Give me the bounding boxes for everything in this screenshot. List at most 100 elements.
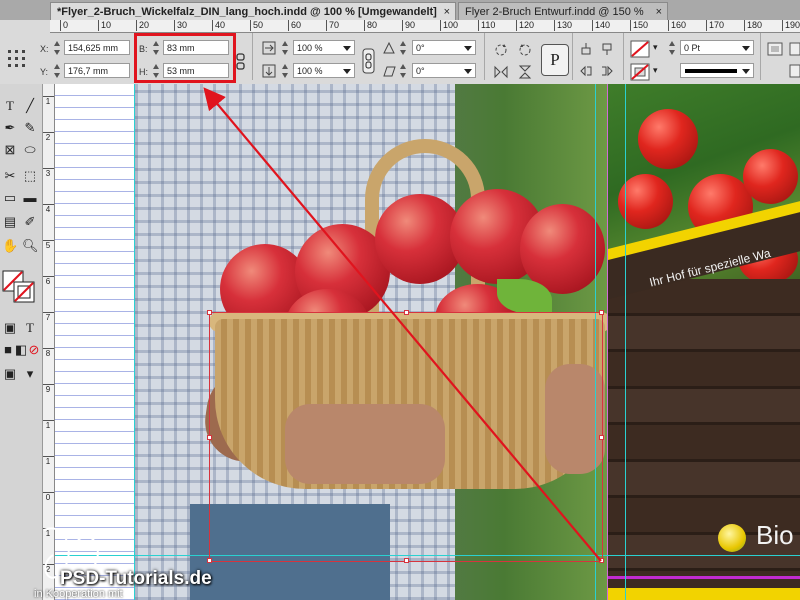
select-content-icon[interactable] — [600, 42, 614, 56]
resize-handle[interactable] — [404, 310, 409, 315]
y-spinner[interactable] — [54, 64, 61, 78]
resize-handle[interactable] — [599, 558, 604, 563]
stroke-weight-dropdown[interactable]: 0 Pt — [680, 40, 754, 55]
flip-horizontal-icon[interactable] — [493, 64, 509, 80]
ruler-tick-label: 180 — [744, 20, 762, 31]
document-tab-bar: *Flyer_2-Bruch_Wickelfalz_DIN_lang_hoch.… — [0, 0, 800, 20]
normal-view-icon[interactable]: ▣ — [2, 366, 18, 382]
flip-vertical-icon[interactable] — [517, 64, 533, 80]
note-tool-icon[interactable]: ▤ — [2, 214, 18, 230]
scale-x-spinner[interactable] — [282, 41, 289, 55]
tab-other-document[interactable]: Flyer 2-Bruch Entwurf.indd @ 150 % × — [458, 2, 668, 20]
y-position-field[interactable]: 176,7 mm — [64, 63, 130, 78]
line-tool-icon[interactable]: ╱ — [22, 98, 38, 114]
dropdown-arrow-icon — [742, 69, 750, 74]
select-container-icon[interactable] — [579, 42, 593, 56]
drop-shadow-icon[interactable] — [789, 42, 800, 56]
fill-stroke-icon[interactable] — [2, 270, 36, 304]
constrain-scale-icon[interactable] — [362, 47, 376, 75]
resize-handle[interactable] — [207, 310, 212, 315]
apply-none-icon[interactable]: ⊘ — [26, 342, 42, 358]
dimension-highlight-box — [134, 33, 236, 83]
swatch-dropdown-arrow-icon[interactable]: ▾ — [653, 42, 658, 53]
ruler-tick-label: 1 — [42, 96, 54, 106]
resize-handle[interactable] — [599, 435, 604, 440]
ruler-tick-label: 120 — [516, 20, 534, 31]
shear-angle-dropdown[interactable]: 0° — [412, 63, 476, 78]
select-next-icon[interactable] — [600, 64, 614, 78]
logo-text: Bio — [756, 520, 794, 550]
p-button[interactable]: P — [541, 44, 569, 76]
reference-point-icon[interactable] — [8, 50, 26, 68]
tab-close-icon[interactable]: × — [444, 3, 450, 20]
shear-icon — [383, 66, 396, 77]
corner-options-icon[interactable] — [789, 64, 800, 78]
eyedropper-icon[interactable]: ✐ — [22, 214, 38, 230]
x-position-field[interactable]: 154,625 mm — [64, 40, 130, 55]
rotate-angle-value: 0° — [416, 43, 425, 53]
scale-y-icon — [262, 64, 276, 78]
swatch-dropdown-arrow-icon[interactable]: ▾ — [653, 65, 658, 76]
rotate-cw-icon[interactable] — [493, 42, 509, 58]
hand-icon[interactable]: ✋ — [2, 238, 18, 254]
ruler-tick-label: 2 — [42, 132, 54, 142]
formatting-container-icon[interactable]: ▣ — [2, 320, 18, 336]
rectangle-frame-icon[interactable]: ⊠ — [2, 142, 18, 158]
ruler-tick-label: 10 — [98, 20, 111, 31]
ruler-tick-label: 80 — [364, 20, 377, 31]
rotate-ccw-icon[interactable] — [517, 42, 533, 58]
ruler-tick-label: 1 — [42, 420, 54, 430]
dropdown-arrow-icon — [464, 69, 472, 74]
scale-y-dropdown[interactable]: 100 % — [293, 63, 355, 78]
pen-tool-icon[interactable]: ✒ — [2, 120, 18, 136]
resize-handle[interactable] — [207, 435, 212, 440]
rotate-angle-dropdown[interactable]: 0° — [412, 40, 476, 55]
ruler-tick-label: 4 — [42, 204, 54, 214]
resize-handle[interactable] — [404, 558, 409, 563]
resize-handle[interactable] — [599, 310, 604, 315]
gradient-feather-icon[interactable]: ▬ — [22, 190, 38, 206]
tab-close-icon[interactable]: × — [656, 3, 662, 20]
stroke-type-preview — [685, 69, 737, 73]
scale-x-dropdown[interactable]: 100 % — [293, 40, 355, 55]
formatting-text-icon[interactable]: T — [22, 320, 38, 336]
constrain-proportions-icon[interactable] — [236, 53, 246, 71]
ruler-tick-label: 7 — [42, 312, 54, 322]
flyer-right-panel[interactable]: Ihr Hof für spezielle Wa Bio — [608, 84, 800, 600]
free-transform-icon[interactable]: ⬚ — [22, 168, 38, 184]
guide-line[interactable] — [625, 84, 626, 600]
preview-mode-icon[interactable]: ▾ — [22, 366, 38, 382]
tomato — [743, 149, 798, 204]
ellipse-tool-icon[interactable]: ⬭ — [22, 142, 38, 158]
x-spinner[interactable] — [54, 41, 61, 55]
tools-panel: T ╱ ✒ ✎ ⊠ ⬭ ✂ ⬚ ▭ ▬ ▤ ✐ ✋ 🔍︎ ▣ T ■ ◧ ⊘ ▣… — [0, 84, 43, 600]
ruler-tick-label: 1 — [42, 456, 54, 466]
rotate-spinner[interactable] — [400, 41, 407, 55]
wood-background — [608, 279, 800, 600]
gradient-swatch-icon[interactable]: ▭ — [2, 190, 18, 206]
ruler-tick-label: 40 — [212, 20, 225, 31]
fill-none-swatch-icon[interactable] — [630, 40, 650, 58]
scale-y-spinner[interactable] — [282, 64, 289, 78]
shear-angle-value: 0° — [416, 66, 425, 76]
pencil-tool-icon[interactable]: ✎ — [22, 120, 38, 136]
ruler-tick-label: 60 — [288, 20, 301, 31]
bleed-line — [608, 576, 800, 579]
effects-icon[interactable] — [767, 42, 783, 56]
tab-active-document[interactable]: *Flyer_2-Bruch_Wickelfalz_DIN_lang_hoch.… — [50, 2, 456, 20]
stroke-type-dropdown[interactable] — [680, 63, 754, 78]
shear-spinner[interactable] — [400, 64, 407, 78]
tomato — [638, 109, 698, 169]
type-tool-icon[interactable]: T — [2, 98, 18, 114]
stroke-weight-value: 0 Pt — [684, 43, 701, 53]
horizontal-ruler[interactable]: 0 10 20 30 40 50 60 70 80 90 100 110 120… — [50, 20, 800, 33]
stroke-none-swatch-icon[interactable] — [630, 63, 650, 81]
scissors-icon[interactable]: ✂ — [2, 168, 18, 184]
zoom-icon[interactable]: 🔍︎ — [22, 238, 39, 254]
ruler-tick-label: 0 — [42, 492, 54, 502]
scale-x-icon — [262, 41, 276, 55]
select-previous-icon[interactable] — [579, 64, 593, 78]
ruler-tick-label: 5 — [42, 240, 54, 250]
ruler-tick-label: 3 — [42, 168, 54, 178]
stroke-weight-spinner[interactable] — [669, 41, 676, 55]
